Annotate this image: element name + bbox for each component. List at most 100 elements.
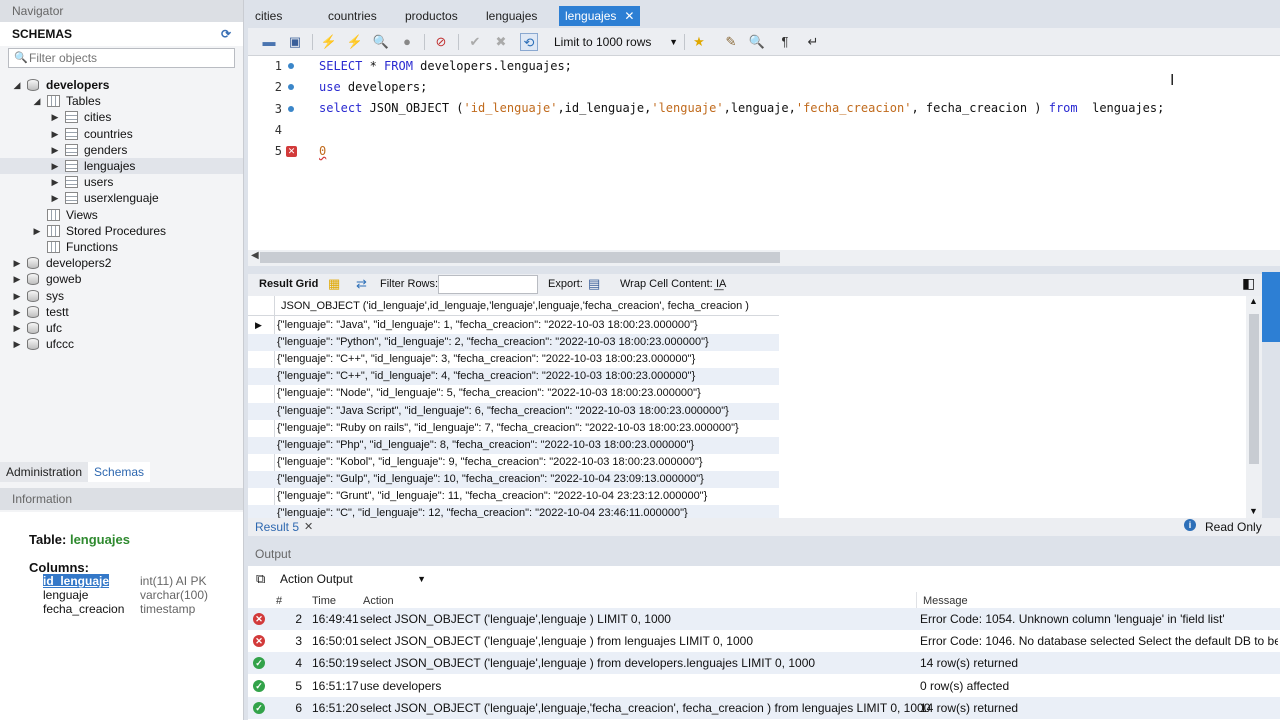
side-panel-handle[interactable] bbox=[1262, 272, 1280, 342]
scroll-up-icon[interactable]: ▲ bbox=[1249, 296, 1258, 306]
sql-editor[interactable]: 1 2 3 4 5 ✕ SELECT * FROM developers.lenguaje… bbox=[248, 56, 1280, 250]
output-row[interactable]: ✕ 2 16:49:41 select JSON_OBJECT ('lenguaje'… bbox=[248, 608, 1280, 630]
tab-lenguajes-active[interactable]: lenguajes ✕ bbox=[559, 6, 641, 26]
add-snippet-icon[interactable]: ★ bbox=[690, 33, 708, 51]
output-row[interactable]: ✓ 5 16:51:17 use developers 0 row(s) affecte… bbox=[248, 675, 1280, 697]
error-marker-icon[interactable]: ✕ bbox=[286, 146, 297, 158]
tree-item-developers2[interactable]: ▶ developers2 bbox=[0, 255, 243, 271]
result-grid-label[interactable]: Result Grid bbox=[259, 278, 318, 290]
execute-icon[interactable]: ⚡ bbox=[320, 33, 338, 51]
filter-objects-box[interactable]: 🔍 bbox=[8, 48, 235, 68]
tree-item-developers[interactable]: ◢ developers bbox=[0, 77, 243, 93]
stop-icon[interactable]: ● bbox=[398, 33, 416, 51]
tree-item-ufc[interactable]: ▶ ufc bbox=[0, 320, 243, 336]
grid-vertical-scrollbar[interactable]: ▲ ▼ bbox=[1246, 296, 1262, 518]
scrollbar-thumb[interactable] bbox=[260, 252, 780, 263]
autocommit-icon[interactable]: ⟲ bbox=[520, 33, 538, 51]
save-icon[interactable]: ▣ bbox=[286, 33, 304, 51]
table-row[interactable]: {"lenguaje": "Grunt", "id_lenguaje": 11,… bbox=[248, 488, 779, 505]
tab-lenguajes[interactable]: lenguajes bbox=[486, 6, 537, 26]
table-row[interactable]: ▶ {"lenguaje": "Java", "id_lenguaje": 1, … bbox=[248, 317, 779, 334]
copy-icon[interactable]: ⧉ bbox=[256, 571, 265, 587]
table-row[interactable]: {"lenguaje": "Gulp", "id_lenguaje": 10, … bbox=[248, 470, 779, 488]
tab-productos[interactable]: productos bbox=[405, 6, 458, 26]
table-row[interactable]: {"lenguaje": "Kobol", "id_lenguaje": 9, … bbox=[248, 454, 779, 471]
tree-item-genders[interactable]: ▶ genders bbox=[0, 142, 243, 158]
grid-cell[interactable]: {"lenguaje": "C", "id_lenguaje": 12, "fe… bbox=[277, 505, 688, 518]
collapse-arrow-icon[interactable]: ▶ bbox=[12, 288, 22, 304]
refresh-grid-icon[interactable]: ⇄ bbox=[356, 276, 367, 292]
scrollbar-thumb[interactable] bbox=[1249, 314, 1259, 464]
tree-item-testt[interactable]: ▶ testt bbox=[0, 304, 243, 320]
find-icon[interactable]: 🔍 bbox=[748, 33, 766, 51]
table-row[interactable]: {"lenguaje": "C++", "id_lenguaje": 3, "f… bbox=[248, 351, 779, 368]
grid-cell[interactable]: {"lenguaje": "Java Script", "id_lenguaje… bbox=[277, 403, 729, 420]
table-row[interactable]: {"lenguaje": "Python", "id_lenguaje": 2,… bbox=[248, 334, 779, 352]
table-row[interactable]: {"lenguaje": "Node", "id_lenguaje": 5, "… bbox=[248, 385, 779, 402]
tab-cities[interactable]: cities bbox=[255, 6, 282, 26]
grid-cell[interactable]: {"lenguaje": "Kobol", "id_lenguaje": 9, … bbox=[277, 454, 703, 471]
close-tab-icon[interactable]: ✕ bbox=[624, 9, 634, 23]
expand-arrow-icon[interactable]: ◢ bbox=[12, 77, 22, 93]
wrap-cell-icon[interactable]: I͟A bbox=[716, 278, 726, 290]
grid-cell[interactable]: {"lenguaje": "Php", "id_lenguaje": 8, "f… bbox=[277, 437, 694, 454]
editor-horizontal-scrollbar[interactable]: ◀ bbox=[248, 250, 1280, 266]
limit-rows-select[interactable]: Limit to 1000 rows ▼ bbox=[554, 33, 678, 51]
output-mode-select[interactable]: Action Output ▼ bbox=[276, 570, 426, 588]
collapse-arrow-icon[interactable]: ▶ bbox=[50, 142, 60, 158]
tree-item-tables[interactable]: ◢ Tables bbox=[0, 93, 243, 109]
grid-cell[interactable]: {"lenguaje": "Java", "id_lenguaje": 1, "… bbox=[277, 317, 698, 334]
execute-current-icon[interactable]: ⚡ bbox=[346, 33, 364, 51]
table-row[interactable]: {"lenguaje": "Java Script", "id_lenguaje… bbox=[248, 402, 779, 420]
tab-countries[interactable]: countries bbox=[328, 6, 377, 26]
tree-item-countries[interactable]: ▶ countries bbox=[0, 126, 243, 142]
grid-cell[interactable]: {"lenguaje": "Python", "id_lenguaje": 2,… bbox=[277, 334, 709, 351]
tree-item-functions[interactable]: Functions bbox=[0, 239, 243, 255]
output-row[interactable]: ✓ 4 16:50:19 select JSON_OBJECT ('lenguaje'… bbox=[248, 652, 1280, 675]
toggle-panel-icon[interactable]: ◧ bbox=[1242, 275, 1255, 292]
collapse-arrow-icon[interactable]: ▶ bbox=[50, 190, 60, 206]
collapse-arrow-icon[interactable]: ▶ bbox=[12, 271, 22, 287]
filter-rows-input[interactable] bbox=[438, 275, 538, 294]
output-row[interactable]: ✓ 6 16:51:20 select JSON_OBJECT ('lenguaje'… bbox=[248, 696, 1280, 719]
column-header[interactable]: JSON_OBJECT ('id_lenguaje',id_lenguaje,'… bbox=[281, 296, 749, 316]
output-row[interactable]: ✕ 3 16:50:01 select JSON_OBJECT ('lenguaje'… bbox=[248, 630, 1280, 652]
collapse-arrow-icon[interactable]: ▶ bbox=[50, 174, 60, 190]
expand-arrow-icon[interactable]: ◢ bbox=[32, 93, 42, 109]
grid-cell[interactable]: {"lenguaje": "Ruby on rails", "id_lengua… bbox=[277, 420, 739, 437]
collapse-arrow-icon[interactable]: ▶ bbox=[12, 304, 22, 320]
export-icon[interactable]: ▤ bbox=[588, 276, 600, 292]
tree-item-lenguajes[interactable]: ▶ lenguajes bbox=[0, 158, 243, 174]
scroll-down-icon[interactable]: ▼ bbox=[1249, 506, 1258, 516]
tree-item-views[interactable]: Views bbox=[0, 207, 243, 223]
grid-cell[interactable]: {"lenguaje": "Grunt", "id_lenguaje": 11,… bbox=[277, 488, 707, 505]
result-tab[interactable]: Result 5 bbox=[255, 520, 299, 534]
explain-icon[interactable]: 🔍 bbox=[372, 33, 390, 51]
tree-item-ufccc[interactable]: ▶ ufccc bbox=[0, 336, 243, 352]
collapse-arrow-icon[interactable]: ▶ bbox=[12, 255, 22, 271]
result-grid[interactable]: JSON_OBJECT ('id_lenguaje',id_lenguaje,'… bbox=[248, 296, 1262, 518]
table-row[interactable]: {"lenguaje": "Ruby on rails", "id_lengua… bbox=[248, 420, 779, 437]
tree-item-userxlenguaje[interactable]: ▶ userxlenguaje bbox=[0, 190, 243, 206]
table-row[interactable]: {"lenguaje": "Php", "id_lenguaje": 8, "f… bbox=[248, 436, 779, 454]
commit-icon[interactable]: ✔ bbox=[466, 33, 484, 51]
collapse-arrow-icon[interactable]: ▶ bbox=[50, 158, 60, 174]
grid-view-icon[interactable]: ▦ bbox=[328, 276, 340, 292]
tree-item-goweb[interactable]: ▶ goweb bbox=[0, 271, 243, 287]
invisible-chars-icon[interactable]: ¶ bbox=[776, 33, 794, 51]
collapse-arrow-icon[interactable]: ▶ bbox=[50, 126, 60, 142]
rollback-icon[interactable]: ✖ bbox=[492, 33, 510, 51]
beautify-icon[interactable]: ✎ bbox=[722, 33, 740, 51]
tree-item-sys[interactable]: ▶ sys bbox=[0, 288, 243, 304]
refresh-icon[interactable]: ⟳ bbox=[221, 22, 231, 46]
grid-cell[interactable]: {"lenguaje": "C++", "id_lenguaje": 4, "f… bbox=[277, 368, 695, 385]
collapse-arrow-icon[interactable]: ▶ bbox=[32, 223, 42, 239]
grid-cell[interactable]: {"lenguaje": "Gulp", "id_lenguaje": 10, … bbox=[277, 471, 704, 488]
close-result-icon[interactable]: ✕ bbox=[304, 520, 313, 533]
table-row[interactable]: {"lenguaje": "C", "id_lenguaje": 12, "fe… bbox=[248, 505, 779, 518]
grid-cell[interactable]: {"lenguaje": "Node", "id_lenguaje": 5, "… bbox=[277, 385, 701, 402]
grid-cell[interactable]: {"lenguaje": "C++", "id_lenguaje": 3, "f… bbox=[277, 351, 695, 368]
filter-objects-input[interactable] bbox=[29, 49, 229, 67]
scroll-left-icon[interactable]: ◀ bbox=[251, 250, 259, 261]
toggle-error-icon[interactable]: ⊘ bbox=[432, 33, 450, 51]
